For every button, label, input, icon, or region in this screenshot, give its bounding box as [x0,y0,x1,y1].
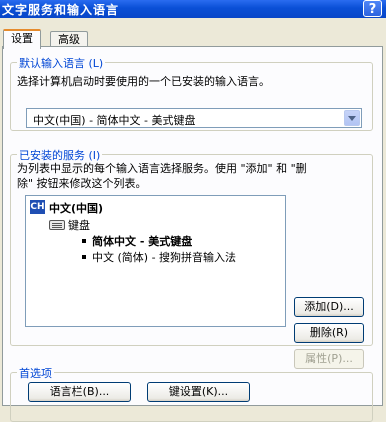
add-button[interactable]: 添加(D)... [294,297,364,317]
tab-settings[interactable]: 设置 [3,29,41,49]
default-language-description: 选择计算机启动时要使用的一个已安装的输入语言。 [17,75,270,88]
chevron-down-icon[interactable] [344,110,360,126]
title-bar: 文字服务和输入语言 ? [0,0,386,18]
installed-services-description-2: 除" 按钮来修改这个列表。 [17,177,147,190]
bullet-icon [82,255,86,259]
help-button[interactable]: ? [363,0,382,17]
tab-advanced[interactable]: 高级 [50,31,88,47]
tree-language[interactable]: 中文(中国) [49,200,103,216]
services-tree[interactable]: CH 中文(中国) 键盘 简体中文 - 美式键盘 中文 (简体) - 搜狗拼音输… [25,195,286,327]
default-language-legend: 默认输入语言 (L) [17,55,106,71]
language-bar-button[interactable]: 语言栏(B)... [28,382,131,402]
settings-panel: 默认输入语言 (L) 选择计算机启动时要使用的一个已安装的输入语言。 中文(中国… [2,46,383,422]
installed-services-description-1: 为列表中显示的每个输入语言选择服务。使用 "添加" 和 "删 [17,162,307,175]
installed-services-group: 已安装的服务 (I) 为列表中显示的每个输入语言选择服务。使用 "添加" 和 "… [10,147,373,369]
bullet-icon [82,239,86,243]
window-title: 文字服务和输入语言 [2,3,120,17]
default-language-group: 默认输入语言 (L) 选择计算机启动时要使用的一个已安装的输入语言。 中文(中国… [10,55,373,131]
preferences-group: 首选项 语言栏(B)... 键设置(K)... [10,365,373,422]
properties-button[interactable]: 属性(P)... [294,349,364,369]
tree-category-keyboard[interactable]: 键盘 [68,217,90,233]
remove-button[interactable]: 删除(R) [294,323,364,343]
tree-item-sogou-pinyin[interactable]: 中文 (简体) - 搜狗拼音输入法 [92,249,236,265]
language-badge-icon: CH [30,200,45,214]
tree-item-us-keyboard[interactable]: 简体中文 - 美式键盘 [92,233,192,249]
default-language-select[interactable]: 中文(中国) - 简体中文 - 美式键盘 [26,108,362,128]
keyboard-icon [49,220,65,230]
default-language-value: 中文(中国) - 简体中文 - 美式键盘 [33,114,196,127]
key-settings-button[interactable]: 键设置(K)... [147,382,250,402]
preferences-legend: 首选项 [17,365,54,381]
